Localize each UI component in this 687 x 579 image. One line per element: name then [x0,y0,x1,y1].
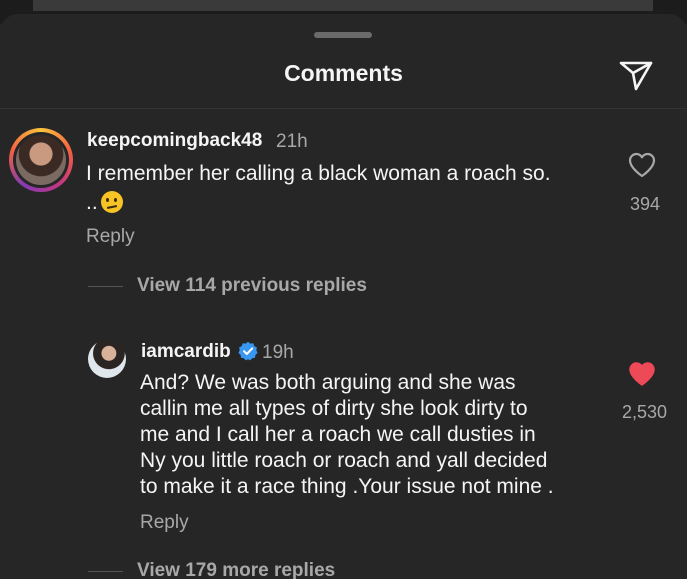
verified-badge-icon [238,341,258,361]
avatar[interactable] [88,340,126,378]
reply-text: And? We was both arguing and she was cal… [140,371,554,498]
view-replies-divider [88,286,123,287]
reply-button[interactable]: Reply [140,512,189,534]
page-title: Comments [284,60,403,86]
avatar-story-ring[interactable] [9,128,73,192]
view-previous-replies-button[interactable]: View 114 previous replies [137,275,367,297]
header-divider [0,108,687,109]
reply-button[interactable]: Reply [86,226,135,248]
sheet-grabber-handle[interactable] [314,32,372,38]
comments-screen: Comments keepcomingback48 21h I remember… [0,0,687,579]
comment-text-continued: .. [86,189,123,217]
avatar-ring-gap [13,132,69,188]
comment-timestamp: 21h [276,131,308,152]
share-icon[interactable] [616,54,656,94]
emoji-icon [100,191,123,213]
avatar [16,135,66,185]
view-replies-divider [88,571,123,572]
like-count: 2,530 [621,402,667,422]
comment-text: I remember her calling a black woman a r… [86,162,551,185]
heart-icon[interactable] [628,152,656,178]
comment-text-line2: .. [86,191,98,214]
reply-timestamp: 19h [262,342,294,363]
view-more-replies-button[interactable]: View 179 more replies [137,560,335,579]
heart-filled-icon[interactable] [628,361,656,387]
like-count: 394 [629,194,660,214]
background-post-strip [33,0,653,11]
comment-username[interactable]: keepcomingback48 [87,130,262,152]
reply-username[interactable]: iamcardib [141,341,231,363]
